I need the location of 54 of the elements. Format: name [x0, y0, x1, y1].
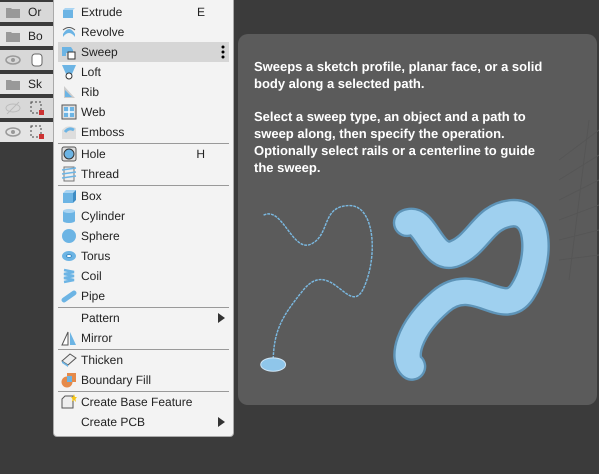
- menu-item[interactable]: Web: [58, 102, 229, 122]
- browser-row[interactable]: [0, 50, 53, 70]
- mirror-icon: [61, 330, 77, 346]
- menu-item[interactable]: Pipe: [58, 286, 229, 306]
- menu-item[interactable]: Boundary Fill: [58, 370, 229, 390]
- pipe-icon: [61, 288, 77, 304]
- sketch-lock-icon: [28, 124, 46, 140]
- shortcut-label: E: [196, 5, 205, 19]
- browser-label: Or: [28, 5, 42, 19]
- sketch-lock-icon: [28, 100, 46, 116]
- shortcut-label: H: [196, 147, 205, 161]
- hole-icon: [61, 146, 77, 162]
- browser-row[interactable]: [0, 122, 53, 142]
- tooltip-text: Sweeps a sketch profile, planar face, or a solid body along a selected path.: [254, 58, 544, 92]
- menu-item[interactable]: Emboss: [58, 122, 229, 142]
- menu-item[interactable]: Rib: [58, 82, 229, 102]
- rib-icon: [61, 84, 77, 100]
- menu-item[interactable]: Loft: [58, 62, 229, 82]
- menu-item[interactable]: Hole H: [58, 144, 229, 164]
- menu-item[interactable]: Thicken: [58, 350, 229, 370]
- browser-row[interactable]: Sk: [0, 74, 53, 94]
- menu-item[interactable]: Thread: [58, 164, 229, 184]
- browser-row[interactable]: Or: [0, 2, 53, 22]
- menu-item[interactable]: Pattern: [58, 308, 229, 328]
- browser-row[interactable]: [0, 98, 53, 118]
- more-icon[interactable]: [221, 45, 225, 59]
- menu-item[interactable]: Sweep: [58, 42, 229, 62]
- web-icon: [61, 104, 77, 120]
- tooltip-text: Select a sweep type, an object and a path to sweep along, then specify the operation. Optionally select rails or a centerline to guide the sweep.: [254, 108, 536, 176]
- fill-icon: [61, 372, 77, 388]
- sphere-icon: [61, 228, 77, 244]
- browser-label: Bo: [28, 29, 43, 43]
- cylinder-icon: [61, 208, 77, 224]
- base-feature-icon: [61, 394, 77, 410]
- browser-row[interactable]: Bo: [0, 26, 53, 46]
- menu-item[interactable]: Sphere: [58, 226, 229, 246]
- menu-item[interactable]: Torus: [58, 246, 229, 266]
- menu-item[interactable]: Revolve: [58, 22, 229, 42]
- menu-item[interactable]: Coil: [58, 266, 229, 286]
- cube-icon: [61, 188, 77, 204]
- plate-icon: [61, 352, 77, 368]
- spring-icon: [61, 268, 77, 284]
- menu-item[interactable]: Box: [58, 186, 229, 206]
- menu-item[interactable]: Extrude E: [58, 2, 229, 22]
- torus-icon: [61, 248, 77, 264]
- menu-item[interactable]: Mirror: [58, 328, 229, 348]
- menu-item[interactable]: Create PCB: [58, 412, 229, 432]
- browser-label: Sk: [28, 77, 42, 91]
- menu-item[interactable]: Cylinder: [58, 206, 229, 226]
- sweep-icon: [61, 44, 77, 60]
- menu-item[interactable]: Create Base Feature: [58, 392, 229, 412]
- loft-icon: [61, 64, 77, 80]
- thread-icon: [61, 166, 77, 182]
- emboss-icon: [61, 124, 77, 140]
